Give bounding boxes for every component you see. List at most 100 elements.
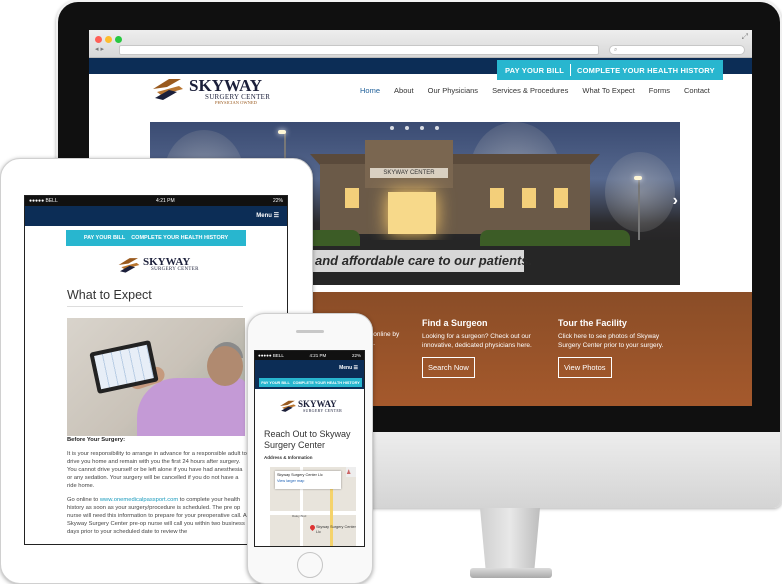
logo-mark-icon	[118, 258, 140, 273]
slider-dot[interactable]	[420, 126, 424, 130]
tree-right	[605, 152, 675, 232]
nav-our-physicians[interactable]: Our Physicians	[421, 86, 485, 95]
shrubs	[480, 230, 630, 246]
feature-partial-text: l online by k.	[370, 330, 399, 348]
imac-stand-foot	[470, 568, 552, 578]
phone-menu-button[interactable]: Menu ☰	[255, 360, 364, 377]
light-pole	[638, 177, 640, 242]
paragraph: Go online to www.onemedicalpassport.com …	[67, 496, 247, 536]
phone-pay-bill-button[interactable]: PAY YOUR BILL	[261, 381, 290, 385]
slider-dot[interactable]	[435, 126, 439, 130]
cta-divider	[570, 64, 572, 76]
clock-label: 4:21 PM	[309, 353, 327, 358]
lamp-light	[634, 176, 642, 180]
paragraph: It is your responsibility to arrange in …	[67, 451, 247, 489]
tablet-cta-bar: PAY YOUR BILL COMPLETE YOUR HEALTH HISTO…	[66, 230, 246, 246]
view-larger-map-link[interactable]: View larger map	[277, 479, 339, 483]
map-street-label: Raley Blvd	[292, 514, 307, 518]
slider-next-icon[interactable]: ›	[673, 192, 678, 210]
fullscreen-icon[interactable]: ⤢	[742, 32, 748, 42]
page-title: What to Expect	[67, 288, 152, 302]
contact-subtitle: Address & Information	[264, 455, 313, 460]
close-window-icon[interactable]	[95, 36, 102, 43]
device-mockup-stage: ◂ ▸ ⌕ ⤢ PAY YOUR BILL COMPLETE YOUR HEAL…	[0, 0, 782, 584]
search-now-button[interactable]: Search Now	[422, 357, 475, 378]
map-road	[270, 511, 356, 515]
tablet-menu-button[interactable]: Menu ☰	[25, 206, 287, 226]
tablet-logo[interactable]: SKYWAY SURGERY CENTER	[117, 256, 207, 278]
map-highway	[330, 487, 333, 546]
lamp-light	[278, 130, 286, 134]
minimize-window-icon[interactable]	[105, 36, 112, 43]
feature-text: Click here to see photos of Skyway Surge…	[558, 333, 664, 349]
title-divider	[67, 306, 243, 307]
back-forward-icon[interactable]: ◂ ▸	[95, 45, 104, 53]
feature-title: Find a Surgeon	[422, 318, 488, 328]
logo-subtitle: SURGERY CENTER	[303, 408, 343, 413]
paragraph-text: Go online to	[67, 497, 100, 503]
imac-stand	[480, 508, 540, 574]
building-sign: SKYWAY CENTER	[370, 168, 448, 178]
logo-mark-icon	[153, 79, 183, 100]
feature-title: Tour the Facility	[558, 318, 627, 328]
main-nav: Home About Our Physicians Services & Pro…	[353, 86, 717, 95]
feature-partial-line: l online by	[370, 331, 400, 338]
contact-title: Reach Out to Skyway Surgery Center	[264, 429, 351, 450]
battery-label: 22%	[272, 198, 283, 204]
apple-logo-icon	[400, 446, 434, 486]
battery-label: 22%	[351, 353, 361, 358]
phone-health-history-button[interactable]: COMPLETE YOUR HEALTH HISTORY	[293, 381, 360, 385]
logo-subtitle: SURGERY CENTER	[151, 267, 199, 272]
maximize-window-icon[interactable]	[115, 36, 122, 43]
building-tower	[365, 140, 453, 188]
nav-what-to-expect[interactable]: What To Expect	[575, 86, 641, 95]
building-entrance	[388, 192, 436, 234]
logo-mark-icon	[280, 400, 296, 412]
carrier-label: ●●●●● BELL	[258, 353, 284, 358]
patient-photo	[67, 318, 245, 436]
map-pin-icon[interactable]	[308, 523, 317, 532]
tablet-status-bar: ●●●●● BELL 4:21 PM 22%	[25, 196, 287, 206]
logo-tagline: PHYSICIAN OWNED	[215, 100, 257, 105]
iphone-speaker	[296, 330, 324, 333]
tablet-health-history-button[interactable]: COMPLETE YOUR HEALTH HISTORY	[131, 235, 228, 241]
clock-label: 4:21 PM	[156, 198, 175, 204]
before-surgery-heading: Before Your Surgery:	[67, 437, 126, 443]
tablet-pay-bill-button[interactable]: PAY YOUR BILL	[84, 235, 125, 241]
nav-about[interactable]: About	[387, 86, 421, 95]
building-window	[345, 188, 359, 208]
feature-text: Looking for a surgeon? Check out our inn…	[422, 333, 532, 349]
phone-logo[interactable]: SKYWAY SURGERY CENTER	[279, 399, 349, 417]
slider-dot[interactable]	[405, 126, 409, 130]
building-window	[522, 188, 536, 208]
nav-home[interactable]: Home	[353, 86, 387, 95]
feature-tour-facility: Tour the Facility Click here to see phot…	[558, 318, 678, 378]
nav-services-procedures[interactable]: Services & Procedures	[485, 86, 575, 95]
map-card-title: Skyway Surgery Center Llc	[277, 473, 323, 477]
feature-find-surgeon: Find a Surgeon Looking for a surgeon? Ch…	[422, 318, 542, 378]
nav-contact[interactable]: Contact	[677, 86, 717, 95]
phone-status-bar: ●●●●● BELL 4:21 PM 22%	[255, 351, 364, 360]
address-bar[interactable]	[119, 45, 599, 55]
browser-toolbar: ◂ ▸ ⌕ ⤢	[89, 30, 752, 58]
phone-cta-bar: PAY YOUR BILL COMPLETE YOUR HEALTH HISTO…	[255, 377, 364, 389]
site-logo[interactable]: SKYWAY SURGERY CENTER PHYSICIAN OWNED	[151, 76, 281, 106]
phone-screen: ●●●●● BELL 4:21 PM 22% Menu ☰ PAY YOUR B…	[254, 350, 365, 547]
tablet-body-text: Before Your Surgery: It is your responsi…	[67, 436, 247, 542]
health-history-button[interactable]: COMPLETE YOUR HEALTH HISTORY	[573, 66, 719, 75]
building-window	[554, 188, 568, 208]
pay-bill-button[interactable]: PAY YOUR BILL	[501, 66, 568, 75]
slider-dot[interactable]	[390, 126, 394, 130]
carrier-label: ●●●●● BELL	[29, 198, 58, 204]
building-window	[490, 188, 504, 208]
feature-partial-line: k.	[370, 339, 399, 348]
iphone-home-button[interactable]	[297, 552, 323, 578]
location-map[interactable]: ♟ Skyway Surgery Center Llc View larger …	[270, 467, 356, 546]
pegman-icon[interactable]: ♟	[346, 469, 351, 476]
phone-cta-inner: PAY YOUR BILL COMPLETE YOUR HEALTH HISTO…	[259, 378, 362, 387]
nav-forms[interactable]: Forms	[642, 86, 677, 95]
hero-caption: and affordable care to our patients.	[305, 250, 532, 272]
view-photos-button[interactable]: View Photos	[558, 357, 612, 378]
browser-search-input[interactable]: ⌕	[609, 45, 745, 55]
medical-passport-link[interactable]: www.onemedicalpassport.com	[100, 497, 178, 503]
